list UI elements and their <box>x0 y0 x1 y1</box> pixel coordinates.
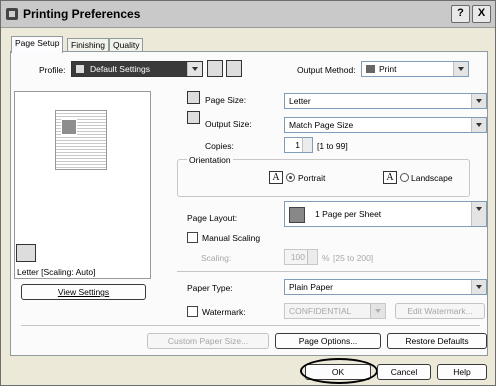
add-profile-icon[interactable] <box>207 60 223 77</box>
page-size-icon <box>187 91 200 104</box>
printing-preferences-window: Printing Preferences ? X Page Setup Fini… <box>0 0 496 386</box>
spin-arrows-icon[interactable] <box>307 250 317 264</box>
help-button[interactable]: Help <box>437 364 487 380</box>
help-title-button[interactable]: ? <box>451 5 470 23</box>
page-size-select[interactable]: Letter <box>284 93 487 109</box>
custom-paper-size-button[interactable]: Custom Paper Size... <box>147 333 269 349</box>
output-size-label: Output Size: <box>205 119 252 129</box>
page-options-button[interactable]: Page Options... <box>275 333 381 349</box>
watermark-label: Watermark: <box>202 307 246 317</box>
scaling-unit: % <box>322 253 330 263</box>
spin-arrows-icon[interactable] <box>302 138 312 152</box>
landscape-glyph-icon: A <box>383 171 397 184</box>
profile-icon <box>76 65 84 73</box>
watermark-select[interactable]: CONFIDENTIAL <box>284 303 386 319</box>
view-settings-button[interactable]: View Settings <box>21 284 146 300</box>
output-size-icon <box>187 111 200 124</box>
watermark-value: CONFIDENTIAL <box>289 306 352 316</box>
printer-icon <box>6 8 18 20</box>
page-size-value: Letter <box>289 96 311 106</box>
preview-status: Letter [Scaling: Auto] <box>14 267 151 279</box>
view-settings-label: View Settings <box>57 287 110 297</box>
divider <box>21 325 480 326</box>
scaling-stepper[interactable]: 100 <box>284 249 318 265</box>
output-size-select[interactable]: Match Page Size <box>284 117 487 133</box>
copies-value: 1 <box>295 140 300 150</box>
chevron-down-icon <box>453 62 468 76</box>
tab-quality[interactable]: Quality <box>109 38 144 52</box>
manual-scaling-checkbox[interactable] <box>187 232 198 243</box>
manual-scaling-label: Manual Scaling <box>202 233 261 243</box>
chevron-down-icon <box>471 118 486 132</box>
profile-label: Profile: <box>39 65 66 75</box>
page-layout-label: Page Layout: <box>187 213 238 223</box>
preview-page-icon <box>55 110 107 170</box>
watermark-checkbox[interactable] <box>187 306 198 317</box>
divider <box>177 271 480 272</box>
landscape-label: Landscape <box>411 173 453 183</box>
layout-page-icon <box>289 206 305 223</box>
paper-type-value: Plain Paper <box>289 282 333 292</box>
print-icon <box>366 65 375 73</box>
portrait-label: Portrait <box>298 173 326 183</box>
output-method-value: Print <box>379 64 397 74</box>
copies-label: Copies: <box>205 141 234 151</box>
scaling-label: Scaling: <box>201 253 232 263</box>
tab-page-setup[interactable]: Page Setup <box>11 36 64 53</box>
edit-watermark-button[interactable]: Edit Watermark... <box>395 303 485 319</box>
chevron-down-icon <box>187 62 202 76</box>
tab-finishing[interactable]: Finishing <box>67 38 110 52</box>
copies-range: [1 to 99] <box>317 141 348 151</box>
page-size-label: Page Size: <box>205 95 247 105</box>
portrait-radio[interactable] <box>286 173 295 182</box>
chevron-down-icon <box>370 304 385 318</box>
chevron-down-icon <box>471 280 486 294</box>
paper-type-select[interactable]: Plain Paper <box>284 279 487 295</box>
output-size-value: Match Page Size <box>289 120 354 130</box>
profile-select[interactable]: Default Settings <box>71 61 203 77</box>
chevron-down-icon <box>471 202 486 226</box>
scaling-range: [25 to 200] <box>333 253 374 263</box>
window-title: Printing Preferences <box>23 7 141 21</box>
chevron-down-icon <box>471 94 486 108</box>
cancel-button[interactable]: Cancel <box>377 364 431 380</box>
output-method-select[interactable]: Print <box>361 61 469 77</box>
title-bar: Printing Preferences ? X <box>1 1 495 28</box>
scaling-value: 100 <box>290 252 305 262</box>
orientation-label: Orientation <box>187 155 233 165</box>
copies-stepper[interactable]: 1 <box>284 137 313 153</box>
restore-defaults-button[interactable]: Restore Defaults <box>387 333 487 349</box>
output-method-label: Output Method: <box>297 65 356 75</box>
page-layout-select[interactable]: 1 Page per Sheet <box>284 201 487 227</box>
profile-value: Default Settings <box>90 64 151 74</box>
landscape-radio[interactable] <box>400 173 409 182</box>
portrait-glyph-icon: A <box>269 171 283 184</box>
close-button[interactable]: X <box>472 5 491 23</box>
highlight-ellipse <box>300 358 378 384</box>
page-layout-value: 1 Page per Sheet <box>315 209 382 219</box>
printer-preview-icon <box>16 244 36 262</box>
paper-type-label: Paper Type: <box>187 283 233 293</box>
edit-profile-icon[interactable] <box>226 60 242 77</box>
